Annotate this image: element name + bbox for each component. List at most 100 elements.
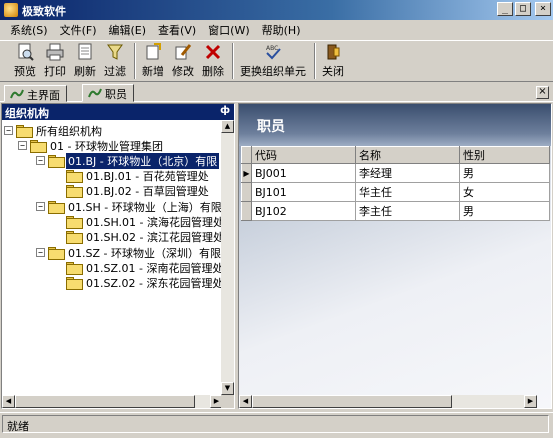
cell-name[interactable]: 李经理 [355,163,460,183]
banner-title: 职员 [257,119,285,135]
folder-icon [48,247,65,260]
folder-icon [66,216,83,229]
tree-node-label: 01.SZ.01 - 深南花园管理处 [86,261,223,275]
tab-employees[interactable]: 职员 [82,84,134,102]
tree-node[interactable]: 01.BJ.01 - 百花苑管理处 [66,168,211,183]
tree-node-label: 01.SH.02 - 滨江花园管理处 [86,230,223,244]
change-org-button[interactable]: ABC 更换组织单元 [240,43,306,79]
employee-panel: 职员 代码 名称 性别 ▶ BJ001 李经理 男 BJ101 华主任 女 BJ… [238,103,552,409]
column-header-gender[interactable]: 性别 [459,146,550,164]
status-bar: 就绪 [0,412,553,434]
table-row[interactable]: ▶ BJ001 李经理 男 [241,163,550,183]
change-org-icon: ABC [263,43,283,61]
tree-node[interactable]: − 所有组织机构 [4,123,104,138]
minimize-button[interactable]: _ [497,2,513,16]
title-bar: 极致软件 _ □ × [0,0,553,20]
grid-header-row: 代码 名称 性别 [241,146,550,164]
tree-horizontal-scrollbar[interactable]: ◀ ▶ [2,395,223,408]
tree-node-label: 01.SZ - 环球物业（深圳）有限 [68,246,221,260]
folder-icon [66,231,83,244]
tree-node[interactable]: − 01.SH - 环球物业（上海）有限 [36,199,223,214]
menu-edit[interactable]: 编辑(E) [103,20,153,40]
header-corner [241,146,252,164]
scroll-left-icon[interactable]: ◀ [2,395,15,408]
refresh-label: 刷新 [74,65,96,78]
tree-node[interactable]: − 01 - 环球物业管理集团 [18,138,165,153]
delete-icon [203,43,223,61]
scroll-down-icon[interactable]: ▼ [221,382,234,395]
column-header-code[interactable]: 代码 [251,146,356,164]
print-button[interactable]: 打印 [44,43,66,79]
scroll-thumb[interactable] [252,395,452,408]
scroll-left-icon[interactable]: ◀ [239,395,252,408]
tab-close-button[interactable]: × [536,86,549,99]
tree-node[interactable]: − 01.SZ - 环球物业（深圳）有限 [36,245,223,260]
pin-icon[interactable]: ф [220,105,230,116]
tab-page-icon [10,89,24,99]
tree-node[interactable]: 01.SZ.01 - 深南花园管理处 [66,260,223,275]
employee-grid: 代码 名称 性别 ▶ BJ001 李经理 男 BJ101 华主任 女 BJ102… [241,146,550,221]
refresh-icon [75,43,95,61]
tab-main[interactable]: 主界面 [4,85,67,102]
folder-icon [66,185,83,198]
cell-code[interactable]: BJ101 [251,182,356,202]
add-button[interactable]: 新增 [142,43,164,79]
org-tree: − 所有组织机构 − 01 - 环球物业管理集团 − 01.BJ - 环球物业（… [2,120,223,395]
cell-name[interactable]: 李主任 [355,201,460,221]
folder-icon [48,155,65,168]
column-header-name[interactable]: 名称 [355,146,460,164]
refresh-button[interactable]: 刷新 [74,43,96,79]
scroll-corner [221,395,234,408]
change-org-label: 更换组织单元 [240,65,306,78]
toolbar: 预览 打印 刷新 过滤 新增 修改 删除 ABC 更换组织单元 关闭 [0,40,553,82]
cell-code[interactable]: BJ001 [251,163,356,183]
menu-view[interactable]: 查看(V) [152,20,202,40]
table-row[interactable]: BJ102 李主任 男 [241,201,550,221]
menu-system[interactable]: 系统(S) [4,20,54,40]
folder-icon [66,262,83,275]
collapse-icon[interactable]: − [4,126,13,135]
collapse-icon[interactable]: − [18,141,27,150]
tab-page-icon [88,88,102,98]
tree-node[interactable]: 01.SH.01 - 滨海花园管理处 [66,214,223,229]
close-button[interactable]: × [535,2,551,16]
tree-node[interactable]: 01.BJ.02 - 百草园管理处 [66,183,211,198]
close-module-label: 关闭 [322,65,344,78]
collapse-icon[interactable]: − [36,156,45,165]
grid-horizontal-scrollbar[interactable]: ◀ ▶ [239,395,537,408]
maximize-button[interactable]: □ [515,2,531,16]
tree-node[interactable]: − 01.BJ - 环球物业（北京）有限 [36,151,221,170]
cell-name[interactable]: 华主任 [355,182,460,202]
tree-node[interactable]: 01.SZ.02 - 深东花园管理处 [66,275,223,290]
menu-help[interactable]: 帮助(H) [256,20,307,40]
toolbar-separator [232,43,234,79]
scroll-right-icon[interactable]: ▶ [524,395,537,408]
close-module-button[interactable]: 关闭 [322,43,344,79]
menu-file[interactable]: 文件(F) [54,20,103,40]
delete-button[interactable]: 删除 [202,43,224,79]
tree-node[interactable]: 01.SH.02 - 滨江花园管理处 [66,229,223,244]
cell-gender[interactable]: 男 [459,201,550,221]
scroll-thumb[interactable] [15,395,195,408]
cell-code[interactable]: BJ102 [251,201,356,221]
collapse-icon[interactable]: − [36,202,45,211]
add-icon [143,43,163,61]
collapse-icon[interactable]: − [36,248,45,257]
edit-button[interactable]: 修改 [172,43,194,79]
preview-button[interactable]: 预览 [14,43,36,79]
table-row[interactable]: BJ101 华主任 女 [241,182,550,202]
tree-node-label: 01.SH - 环球物业（上海）有限 [68,200,222,214]
org-panel-title: 组织机构 [5,107,49,120]
scroll-up-icon[interactable]: ▲ [221,120,234,133]
print-label: 打印 [44,65,66,78]
employee-banner: 职员 [239,104,551,146]
folder-icon [16,125,33,138]
preview-icon [15,43,35,61]
menu-window[interactable]: 窗口(W) [202,20,255,40]
window-title: 极致软件 [22,5,66,18]
filter-button[interactable]: 过滤 [104,43,126,79]
tree-vertical-scrollbar[interactable]: ▲ ▼ [221,120,234,395]
cell-gender[interactable]: 女 [459,182,550,202]
cell-gender[interactable]: 男 [459,163,550,183]
row-indicator [241,182,252,202]
